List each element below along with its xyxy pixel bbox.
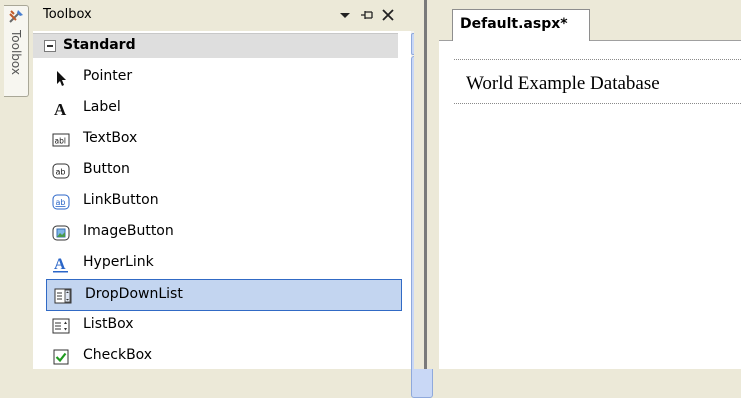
toolbox-item-listbox[interactable]: ListBox — [45, 310, 401, 340]
toolbox-panel: Toolbox Standard Pointer A Label abl Tex… — [33, 0, 433, 398]
block-border-bottom — [454, 103, 741, 104]
toolbox-icon — [9, 10, 23, 23]
tab-label: Default.aspx* — [460, 16, 568, 32]
toolbox-item-button[interactable]: ab Button — [45, 155, 401, 185]
svg-text:A: A — [54, 256, 66, 273]
tab-default-aspx[interactable]: Default.aspx* — [452, 9, 590, 41]
toolbox-item-checkbox[interactable]: CheckBox — [45, 341, 401, 371]
linkbutton-icon: ab — [52, 194, 70, 210]
item-label: TextBox — [83, 130, 138, 146]
item-label: CheckBox — [83, 347, 153, 363]
group-name: Standard — [63, 37, 136, 53]
document-tab-strip: Default.aspx* — [439, 0, 741, 41]
toolbox-item-dropdownlist[interactable]: DropDownList — [46, 279, 402, 311]
pointer-icon — [57, 71, 66, 86]
item-label: ListBox — [83, 316, 134, 332]
dropdown-arrow-icon[interactable] — [338, 8, 352, 22]
label-icon: A — [54, 100, 67, 118]
toolbox-titlebar: Toolbox — [33, 0, 414, 31]
toolbox-item-textbox[interactable]: abl TextBox — [45, 124, 401, 154]
item-label: Label — [83, 99, 121, 115]
svg-text:A: A — [54, 100, 67, 118]
panel-splitter[interactable] — [414, 0, 439, 369]
svg-text:ab: ab — [56, 198, 66, 207]
editor-area: Default.aspx* World Example Database — [439, 0, 741, 369]
pin-icon[interactable] — [360, 8, 374, 22]
toolbox-side-tab[interactable]: Toolbox — [4, 5, 29, 97]
toolbox-title: Toolbox — [43, 7, 92, 22]
page-heading[interactable]: World Example Database — [466, 73, 660, 95]
toolbox-side-label: Toolbox — [9, 30, 23, 75]
collapse-icon[interactable] — [44, 40, 56, 52]
block-border-top — [454, 59, 741, 60]
button-icon: ab — [52, 163, 70, 179]
dropdownlist-icon — [54, 288, 72, 304]
item-label: Pointer — [83, 68, 133, 84]
group-header-standard[interactable]: Standard — [33, 33, 398, 58]
splitter-bar — [424, 0, 427, 369]
toolbox-item-hyperlink[interactable]: A HyperLink — [45, 248, 401, 278]
svg-text:abl: abl — [55, 137, 66, 146]
item-label: ImageButton — [83, 223, 174, 239]
design-surface[interactable]: World Example Database — [439, 41, 741, 369]
checkbox-icon — [53, 349, 69, 365]
toolbox-item-pointer[interactable]: Pointer — [45, 62, 401, 92]
imagebutton-icon — [52, 225, 70, 241]
item-label: HyperLink — [83, 254, 154, 270]
hyperlink-icon: A — [53, 256, 68, 273]
item-label: LinkButton — [83, 192, 159, 208]
toolbox-autohide-strip: Toolbox — [0, 0, 33, 369]
toolbox-item-imagebutton[interactable]: ImageButton — [45, 217, 401, 247]
toolbox-item-label[interactable]: A Label — [45, 93, 401, 123]
item-label: Button — [83, 161, 130, 177]
close-icon[interactable] — [381, 8, 395, 22]
svg-text:ab: ab — [56, 168, 66, 177]
listbox-icon — [52, 318, 70, 334]
item-label: DropDownList — [85, 286, 183, 302]
textbox-icon: abl — [52, 133, 70, 147]
toolbox-item-linkbutton[interactable]: ab LinkButton — [45, 186, 401, 216]
